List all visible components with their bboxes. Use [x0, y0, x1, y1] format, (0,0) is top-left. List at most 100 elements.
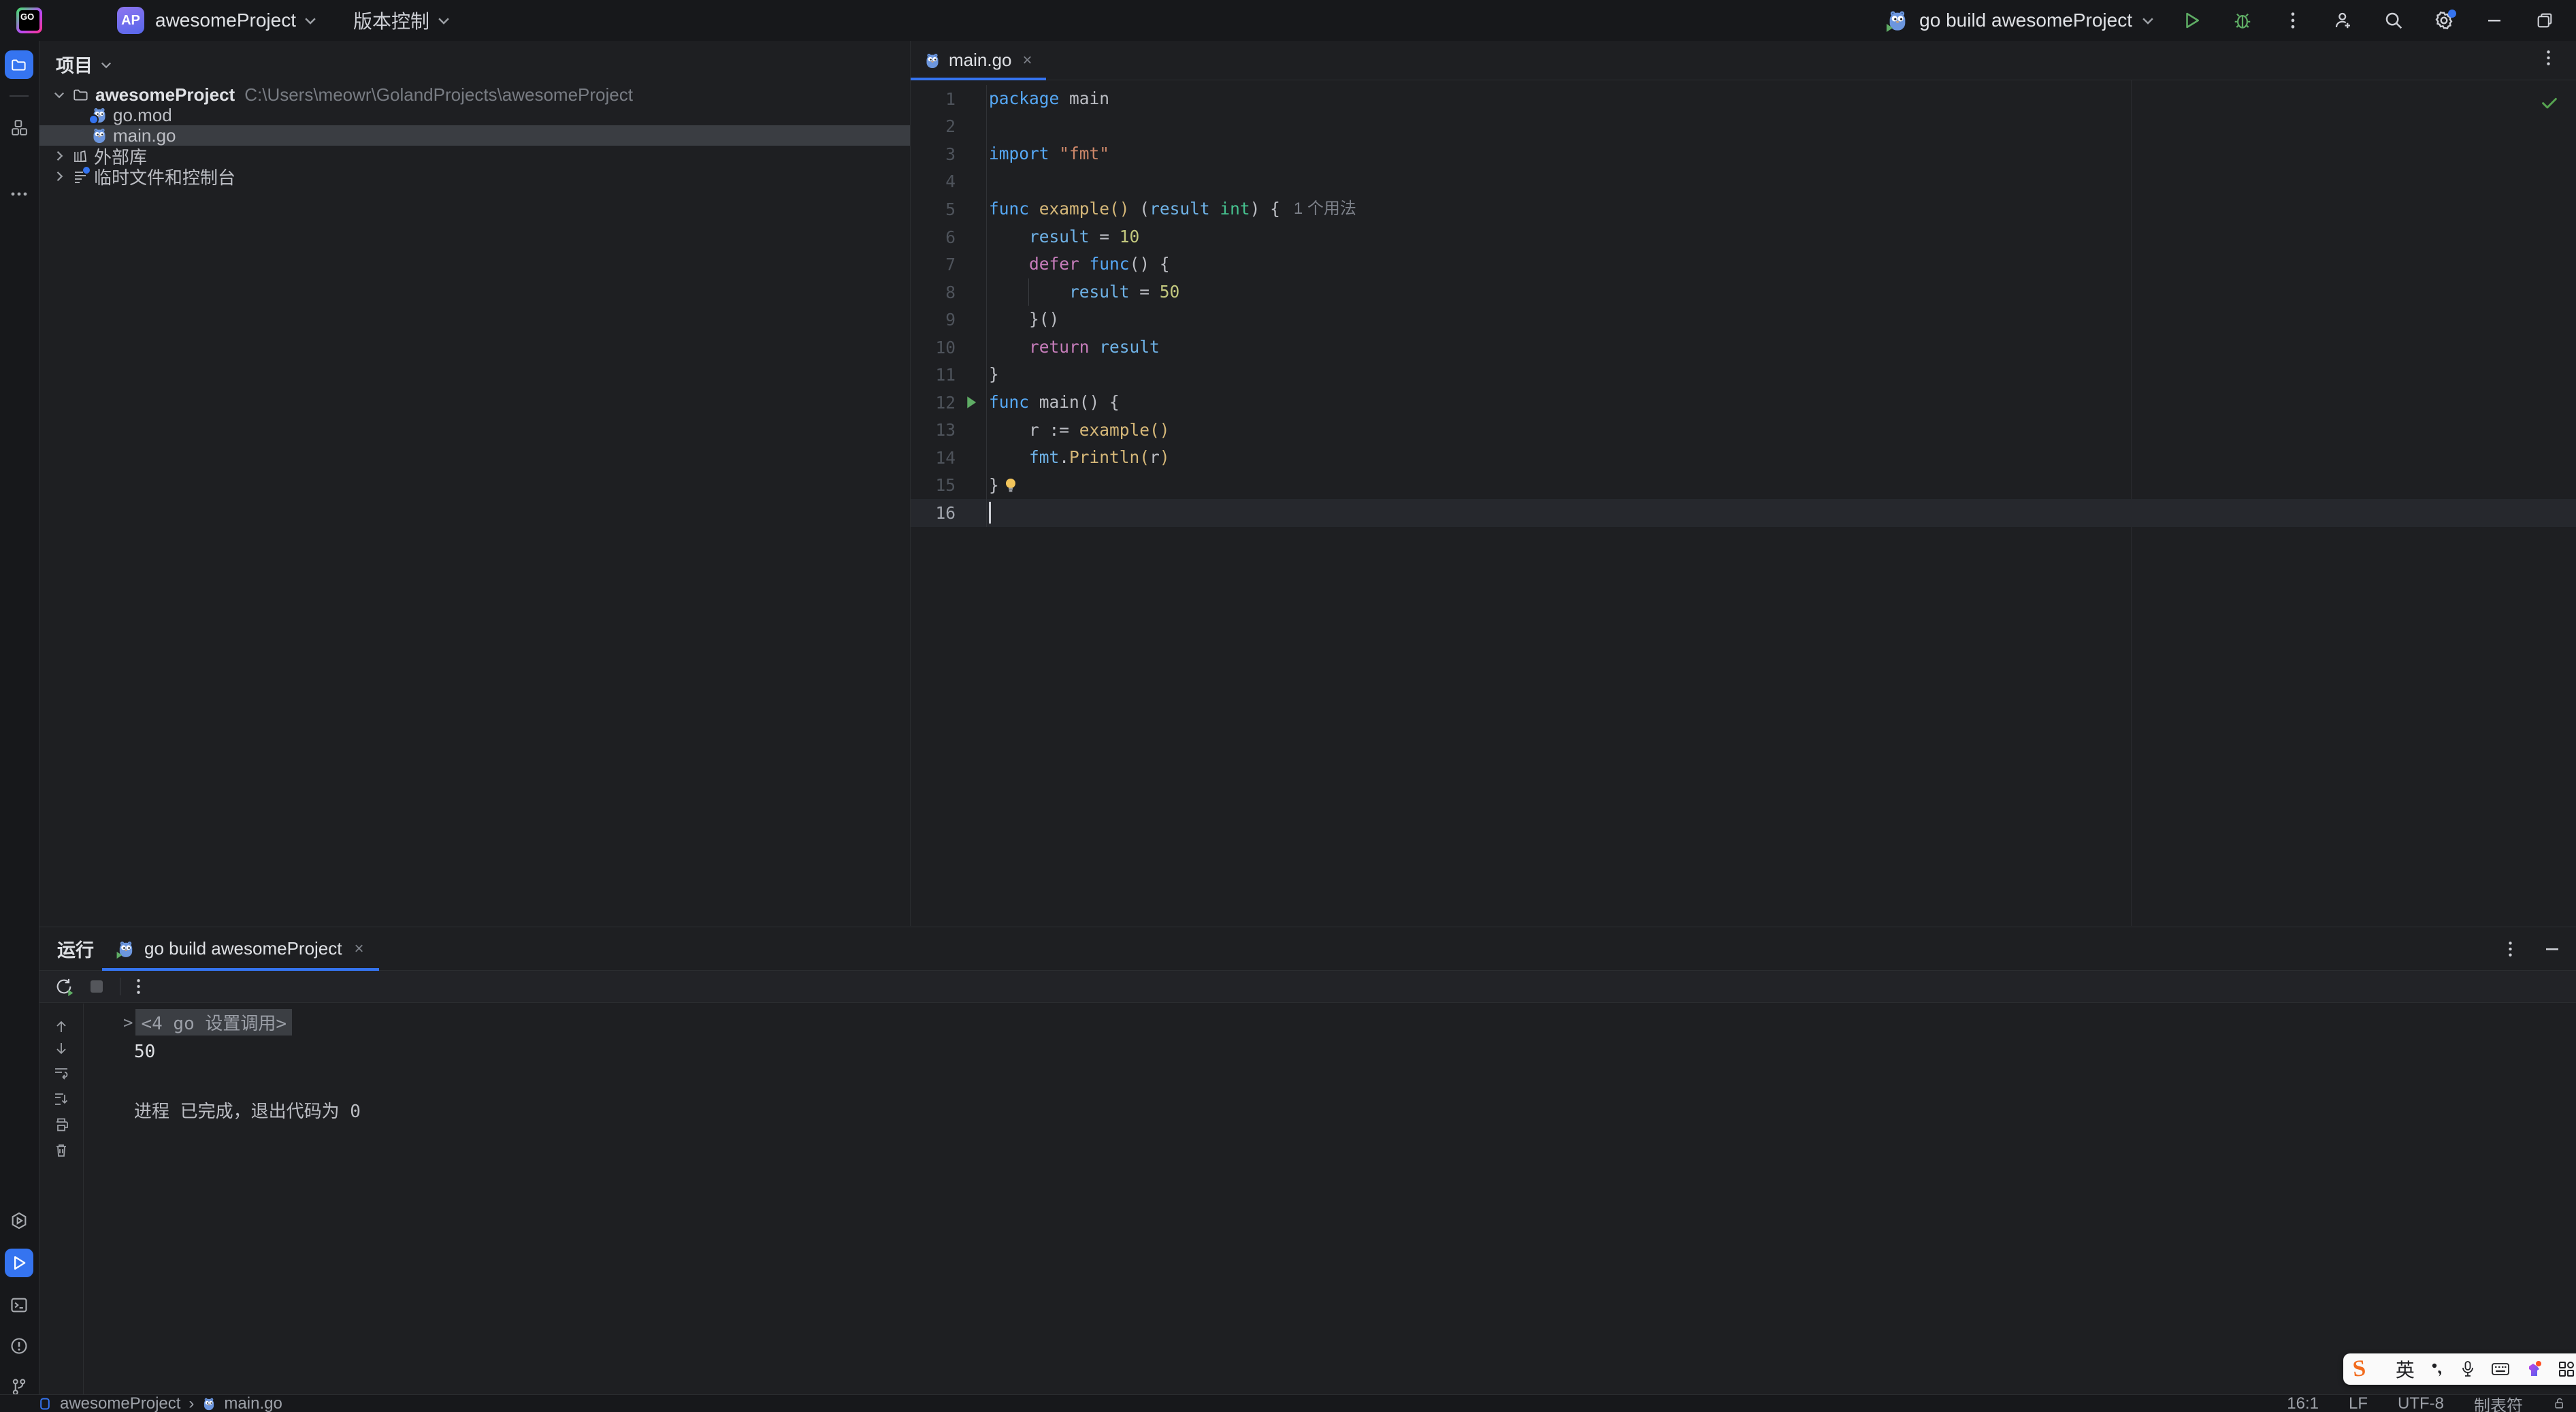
rerun-icon[interactable] [54, 977, 74, 997]
breadcrumb-project[interactable]: awesomeProject [60, 1394, 180, 1412]
down-icon[interactable] [52, 1039, 71, 1058]
project-panel-header[interactable]: 项目 [56, 51, 113, 78]
mic-icon[interactable] [2460, 1360, 2476, 1378]
tree-item-scratches[interactable]: 临时文件和控制台 [39, 166, 910, 188]
search-icon[interactable] [2380, 7, 2407, 34]
line-ending[interactable]: LF [2349, 1394, 2368, 1412]
go-run-icon [116, 940, 135, 959]
panel-options-icon[interactable] [2507, 940, 2513, 958]
line-number: 8 [945, 282, 956, 302]
run-config-selector[interactable]: go build awesomeProject [1887, 10, 2155, 32]
chevron-down-icon[interactable] [50, 88, 68, 101]
unlocked-icon[interactable] [2553, 1397, 2566, 1411]
code-line-14[interactable]: 14 fmt. Println(r) [911, 444, 2576, 472]
chevron-right-icon[interactable] [50, 170, 68, 183]
code-text [987, 502, 991, 524]
status-bar: awesomeProject › main.go 16:1 LF UTF-8 制… [0, 1394, 2576, 1412]
tab-close-icon[interactable]: × [1023, 51, 1032, 70]
minimize-button[interactable] [2481, 7, 2508, 34]
services-tool-button[interactable] [5, 1206, 33, 1235]
run-tab-go-build[interactable]: go build awesomeProject × [102, 927, 379, 971]
code-text: defer func() { [1029, 254, 1170, 274]
keyboard-icon[interactable] [2491, 1361, 2510, 1377]
tree-item-project-root[interactable]: awesomeProject C:\Users\meowr\GolandProj… [39, 84, 910, 105]
toolbox-icon[interactable] [2558, 1360, 2575, 1378]
fold-expander-icon[interactable]: > [123, 1013, 133, 1032]
project-panel: 项目 awesomeProject C:\Users\meowr\GolandP… [39, 41, 911, 926]
tab-main-go[interactable]: main.go × [911, 41, 1046, 80]
code-line-13[interactable]: 13 r := example() [911, 416, 2576, 445]
tree-item-main-go[interactable]: main.go [39, 125, 910, 146]
run-button[interactable] [2179, 7, 2206, 34]
main-menu-icon[interactable] [65, 0, 86, 41]
line-number: 11 [935, 365, 956, 385]
scroll-end-icon[interactable] [52, 1089, 71, 1108]
caret-position[interactable]: 16:1 [2287, 1394, 2319, 1412]
goland-logo-icon[interactable]: GO [16, 7, 42, 33]
tree-item-go-mod[interactable]: go.mod [39, 105, 910, 125]
debug-button[interactable] [2229, 7, 2256, 34]
tree-item-label: awesomeProject [95, 84, 235, 105]
terminal-tool-button[interactable] [5, 1291, 33, 1319]
chevron-down-icon [2142, 18, 2154, 25]
intention-bulb-icon[interactable] [1003, 477, 1018, 494]
console-more-icon[interactable] [135, 978, 142, 995]
print-icon[interactable] [52, 1115, 71, 1134]
editor-options-icon[interactable] [2545, 49, 2551, 67]
ime-language-toggle[interactable]: 英 [2396, 1355, 2415, 1383]
code-line-6[interactable]: 6 result = 10 [911, 223, 2576, 251]
code-line-7[interactable]: 7 defer func() { [911, 251, 2576, 278]
problems-tool-button[interactable] [5, 1332, 33, 1360]
run-tab-label: go build awesomeProject [144, 938, 342, 959]
stop-icon[interactable] [88, 978, 105, 995]
add-user-button[interactable] [2330, 7, 2357, 34]
skin-icon[interactable] [2525, 1360, 2543, 1378]
code-line-9[interactable]: 9 }() [911, 306, 2576, 334]
settings-gear-icon[interactable] [2430, 7, 2458, 34]
clear-icon[interactable] [52, 1141, 71, 1160]
code-line-2[interactable]: 2 [911, 112, 2576, 141]
tab-close-icon[interactable]: × [355, 940, 364, 959]
run-line-icon[interactable] [956, 389, 987, 417]
code-line-1[interactable]: 1 package main [911, 85, 2576, 113]
chevron-down-icon [438, 18, 450, 25]
run-panel-header: 运行 go build awesomeProject × [39, 927, 2576, 971]
code-line-16[interactable]: 16 [911, 499, 2576, 527]
code-line-15[interactable]: 15} [911, 471, 2576, 500]
chevron-down-icon [304, 18, 316, 25]
indent-style[interactable]: 制表符 [2474, 1392, 2523, 1412]
console-folded-line[interactable]: > <4 go 设置调用> [123, 1009, 293, 1036]
more-tools-button[interactable] [5, 180, 33, 208]
chevron-right-icon[interactable] [50, 149, 68, 163]
tree-item-external-libs[interactable]: 外部库 [39, 146, 910, 167]
run-tool-button[interactable] [5, 1249, 33, 1277]
vcs-menu[interactable]: 版本控制 [353, 0, 429, 41]
project-selector[interactable]: awesomeProject [155, 0, 296, 41]
gutter-slot [956, 499, 987, 527]
code-line-10[interactable]: 10 return result [911, 333, 2576, 362]
up-icon[interactable] [52, 1017, 71, 1036]
code-line-3[interactable]: 3 import "fmt" [911, 140, 2576, 168]
code-line-4[interactable]: 4 [911, 167, 2576, 196]
project-tool-button[interactable] [5, 50, 33, 79]
restore-button[interactable] [2531, 7, 2558, 34]
sogou-logo-icon[interactable]: S [2351, 1355, 2367, 1383]
project-avatar[interactable]: AP [117, 7, 144, 34]
folded-command-text[interactable]: <4 go 设置调用> [135, 1009, 293, 1036]
more-actions-button[interactable] [2279, 7, 2306, 34]
goland-window: GO AP awesomeProject 版本控制 go build aweso… [0, 0, 2576, 1412]
console-output[interactable]: > <4 go 设置调用> 50 进程 已完成，退出代码为 0 [84, 1004, 2576, 1395]
structure-tool-button[interactable] [5, 113, 33, 142]
code-line-12[interactable]: 12 func main() { [911, 389, 2576, 417]
code-line-8[interactable]: 8 result = 50 [911, 278, 2576, 306]
punctuation-icon[interactable] [2430, 1360, 2445, 1378]
hide-panel-icon[interactable] [2543, 940, 2561, 958]
code-editor[interactable]: 1 package main 2 3 import "fmt" 4 5 func exampl… [911, 85, 2576, 527]
process-finished-text: 进程 已完成，退出代码为 0 [134, 1102, 361, 1122]
code-line-11[interactable]: 11} [911, 361, 2576, 389]
gutter-slot [956, 278, 987, 306]
soft-wrap-icon[interactable] [52, 1063, 71, 1082]
breadcrumb-file[interactable]: main.go [224, 1394, 282, 1412]
code-line-5[interactable]: 5 func example() (result int) {1 个用法 [911, 195, 2576, 223]
file-encoding[interactable]: UTF-8 [2398, 1394, 2444, 1412]
